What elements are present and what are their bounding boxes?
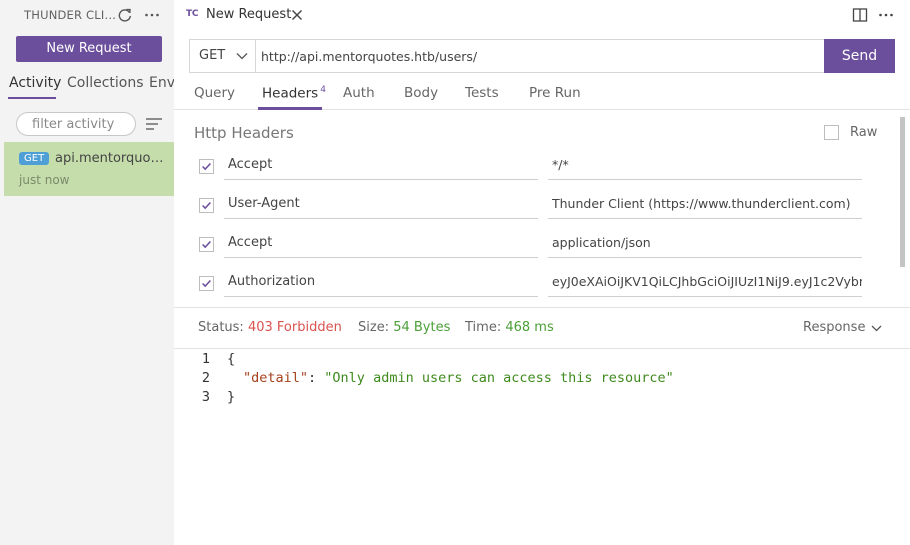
tab-collections[interactable]: Collections (67, 75, 144, 91)
header-key[interactable]: Authorization (224, 266, 538, 297)
raw-checkbox[interactable] (824, 125, 839, 140)
time-info: Time: 468 ms (465, 320, 554, 335)
sidebar: THUNDER CLI... New Request Activity Coll… (0, 0, 174, 545)
header-value[interactable]: Thunder Client (https://www.thunderclien… (548, 188, 862, 219)
more-actions-icon[interactable] (877, 7, 895, 23)
editor-tab-bar: TC New Request (174, 0, 910, 30)
status-value: 403 Forbidden (247, 320, 342, 335)
request-tabs: Query Headers 4 Auth Body Tests Pre Run (174, 82, 910, 110)
json-key: "detail" (243, 370, 309, 386)
tab-tests[interactable]: Tests (465, 85, 499, 101)
tab-body[interactable]: Body (404, 85, 438, 101)
thunder-client-logo-icon: TC (186, 9, 199, 19)
request-panel: TC New Request GET Send Query Headers4 A… (174, 0, 910, 545)
code-text: { (227, 351, 236, 367)
header-row: Authorization eyJ0eXAiOiJKV1QiLCJhbGciOi… (174, 266, 910, 305)
header-row: User-Agent Thunder Client (https://www.t… (174, 188, 910, 227)
sidebar-tabs: Activity Collections Env (0, 72, 174, 100)
response-view-select[interactable]: Response (803, 320, 865, 335)
tab-label: Headers (262, 85, 319, 102)
header-row: Accept application/json (174, 227, 910, 266)
tab-label: Pre Run (529, 85, 581, 101)
more-icon[interactable] (143, 6, 161, 24)
checkbox-checked-icon[interactable] (199, 276, 214, 291)
size-label: Size: (358, 320, 390, 335)
header-key[interactable]: User-Agent (224, 188, 538, 219)
url-input[interactable] (261, 40, 821, 72)
header-value[interactable]: */* (548, 149, 862, 180)
tab-headers[interactable]: Headers 4 (262, 85, 326, 102)
tab-label: Tests (465, 85, 499, 101)
tab-env[interactable]: Env (149, 75, 174, 91)
headers-scrollbar[interactable] (900, 117, 905, 267)
editor-tab-title[interactable]: New Request (206, 7, 291, 22)
filter-activity-input[interactable] (16, 112, 136, 136)
tab-label: Auth (343, 85, 375, 101)
close-icon[interactable] (290, 8, 304, 22)
status-label: Status: (198, 320, 244, 335)
code-line: 2 "detail": "Only admin users can access… (174, 370, 910, 389)
chevron-down-icon[interactable] (871, 325, 882, 332)
active-tab-underline (258, 107, 322, 110)
method-label: GET (199, 48, 226, 63)
tab-label: Query (194, 85, 236, 101)
line-number: 2 (201, 370, 210, 386)
checkbox-checked-icon[interactable] (199, 237, 214, 252)
tab-activity[interactable]: Activity (9, 75, 61, 91)
send-button[interactable]: Send (824, 39, 895, 73)
size-value: 54 Bytes (393, 320, 451, 335)
line-number: 3 (201, 389, 210, 405)
sort-icon[interactable] (145, 116, 163, 132)
sidebar-title: THUNDER CLI... (24, 8, 117, 22)
code-line: 3 } (174, 389, 910, 408)
line-number: 1 (201, 351, 210, 367)
header-value[interactable]: eyJ0eXAiOiJKV1QiLCJhbGciOiJIUzI1NiJ9.eyJ… (548, 266, 862, 297)
activity-url: api.mentorquote... (55, 151, 165, 166)
header-row: Accept */* (174, 149, 910, 188)
code-line: 1 { (174, 351, 910, 370)
tab-pre-run[interactable]: Pre Run (529, 85, 581, 101)
status-info: Status: 403 Forbidden (198, 320, 342, 335)
headers-section-title: Http Headers (194, 124, 294, 142)
new-request-button[interactable]: New Request (16, 36, 162, 62)
code-text: } (227, 389, 236, 405)
time-label: Time: (465, 320, 502, 335)
response-body[interactable]: 1 { 2 "detail": "Only admin users can ac… (174, 350, 910, 545)
header-key[interactable]: Accept (224, 149, 538, 180)
code-text: "detail": "Only admin users can access t… (243, 370, 674, 386)
headers-count-badge: 4 (320, 85, 326, 95)
active-tab-underline (8, 97, 56, 99)
response-status-bar: Status: 403 Forbidden Size: 54 Bytes Tim… (174, 307, 910, 349)
json-separator: : (308, 370, 325, 386)
split-editor-icon[interactable] (852, 7, 868, 23)
raw-label: Raw (850, 125, 878, 140)
method-select[interactable]: GET (190, 40, 256, 72)
size-info: Size: 54 Bytes (358, 320, 450, 335)
time-value: 468 ms (505, 320, 554, 335)
sidebar-header: THUNDER CLI... (0, 0, 174, 30)
chevron-down-icon (236, 53, 248, 60)
method-badge: GET (19, 152, 50, 165)
tab-auth[interactable]: Auth (343, 85, 375, 101)
url-bar: GET Send (189, 39, 895, 73)
tab-label: Body (404, 85, 439, 101)
checkbox-checked-icon[interactable] (199, 198, 214, 213)
header-value[interactable]: application/json (548, 227, 862, 258)
header-key[interactable]: Accept (224, 227, 538, 258)
refresh-icon[interactable] (116, 6, 134, 24)
checkbox-checked-icon[interactable] (199, 159, 214, 174)
json-string: "Only admin users can access this resour… (324, 370, 674, 386)
activity-item[interactable]: GET api.mentorquote... just now (4, 142, 174, 196)
activity-time: just now (19, 173, 70, 187)
tab-query[interactable]: Query (194, 85, 235, 101)
